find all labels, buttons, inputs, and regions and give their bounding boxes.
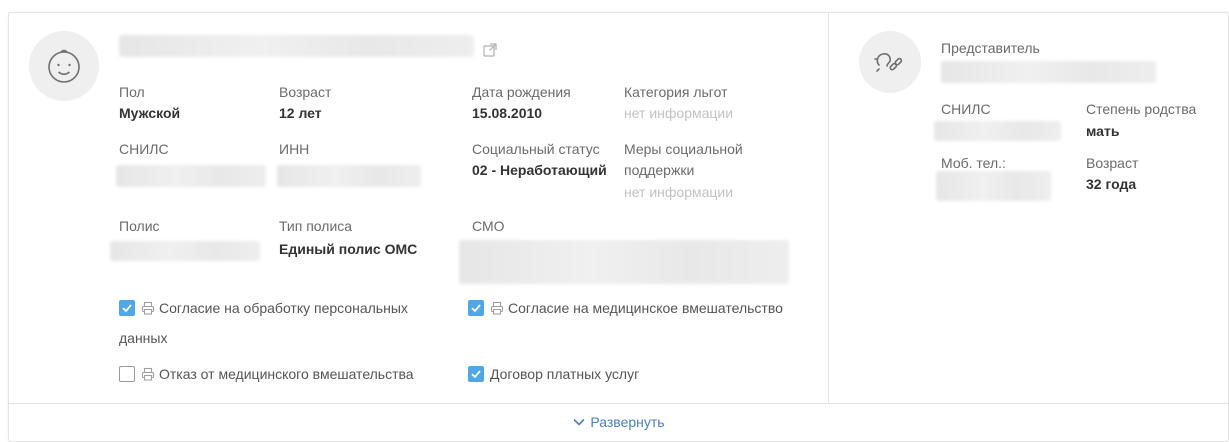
patient-card: Пол Мужской Возраст 12 лет Дата рождения… [8,12,1229,442]
smo-value [459,240,789,284]
policy-type-value: Единый полис ОМС [279,241,418,257]
vertical-divider [828,13,829,403]
paid-services-contract-label: Договор платных услуг [490,366,640,382]
snils-label: СНИЛС [119,141,169,157]
representative-snils-value [934,121,1061,141]
consent-personal-data-line2: данных [119,330,168,346]
smo-label: СМО [472,218,505,234]
representative-age-value: 32 года [1086,176,1137,192]
consent-personal-data-label: Согласие на обработку персональных [159,297,408,319]
checkbox-unchecked[interactable] [119,366,135,382]
representative-title: Представитель [941,40,1040,56]
gender-value: Мужской [119,105,181,121]
consent-medical-intervention[interactable]: Согласие на медицинское вмешательство [468,297,783,319]
representative-avatar [859,31,921,93]
consent-personal-data-cont: данных [119,327,167,349]
relation-value: мать [1086,123,1120,139]
representative-age-label: Возраст [1086,155,1139,171]
social-support-label-2: поддержки [624,162,695,178]
consent-personal-data-line1: Согласие на обработку персональных [159,300,408,316]
birth-date-value: 15.08.2010 [472,105,543,121]
policy-type-label: Тип полиса [279,218,353,234]
checkmark-icon [471,370,481,379]
gender-label: Пол [119,84,145,100]
age-label: Возраст [279,84,332,100]
checkmark-icon [122,304,132,313]
phone-label: Моб. тел.: [941,155,1006,171]
inn-value [277,165,421,187]
paid-services-contract[interactable]: Договор платных услуг [468,363,639,385]
phone-value [936,171,1051,201]
baby-face-icon [48,49,80,83]
inn-label: ИНН [279,141,310,157]
social-status-label: Социальный статус [472,141,600,157]
chevron-down-icon [573,418,585,426]
child-avatar [29,31,99,101]
expand-label: Развернуть [590,414,665,430]
policy-label: Полис [119,218,160,234]
representative-name [941,61,1156,83]
social-status-value: 02 - Неработающий [472,162,607,178]
representative-icon [874,53,903,72]
social-support-label-1: Меры социальной [624,141,743,157]
checkmark-icon [471,304,481,313]
external-link-icon[interactable] [483,43,497,57]
patient-name [119,35,474,57]
consent-personal-data[interactable]: Согласие на обработку персональных [119,297,449,319]
refusal-medical-intervention-label: Отказ от медицинского вмешательства [159,366,414,382]
expand-button[interactable]: Развернуть [9,404,1228,440]
consent-medical-intervention-label: Согласие на медицинское вмешательство [508,300,783,316]
printer-icon[interactable] [490,301,504,315]
policy-value [110,241,260,261]
checkbox-checked[interactable] [119,300,135,316]
printer-icon[interactable] [141,301,155,315]
refusal-medical-intervention[interactable]: Отказ от медицинского вмешательства [119,363,414,385]
representative-snils-label: СНИЛС [941,101,991,117]
checkbox-checked[interactable] [468,366,484,382]
printer-icon[interactable] [141,367,155,381]
birth-date-label: Дата рождения [472,84,571,100]
social-support-value: нет информации [624,184,734,200]
checkbox-checked[interactable] [468,300,484,316]
benefit-category-label: Категория льгот [624,84,728,100]
benefit-category-value: нет информации [624,105,734,121]
age-value: 12 лет [279,105,322,121]
snils-value [116,165,266,187]
relation-label: Степень родства [1086,101,1197,117]
